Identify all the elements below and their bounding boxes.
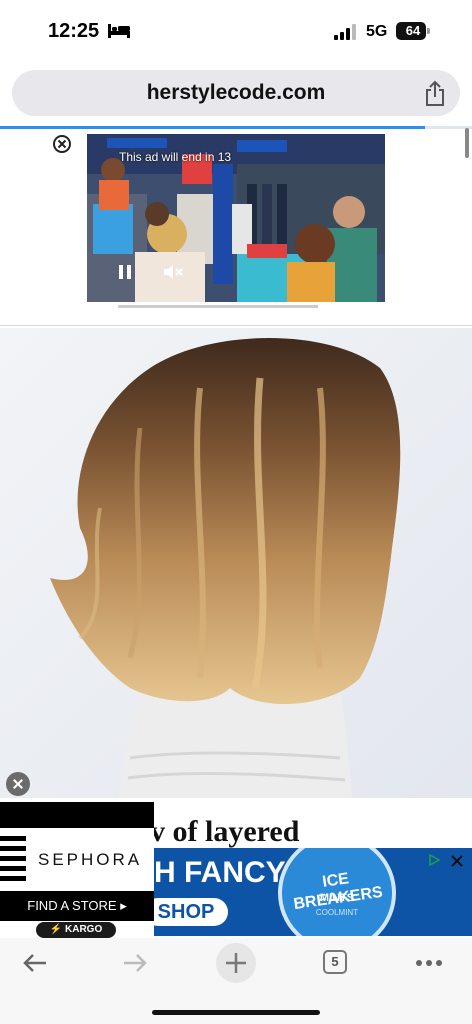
- battery-icon: 64: [396, 22, 430, 40]
- share-icon[interactable]: [424, 80, 446, 106]
- banner-close-button[interactable]: [6, 772, 30, 796]
- close-icon[interactable]: [52, 134, 72, 154]
- battery-level: 64: [405, 23, 421, 38]
- kargo-badge[interactable]: ⚡ KARGO: [36, 922, 116, 938]
- find-store-button[interactable]: FIND A STORE ▸: [0, 891, 154, 921]
- ad-timer-text: This ad will end in 13: [119, 150, 232, 164]
- tin-sub: MINTS: [319, 892, 355, 904]
- signal-icon: [334, 24, 356, 40]
- ad-progress-bar: [118, 305, 318, 308]
- pause-icon[interactable]: [117, 264, 133, 280]
- bed-icon: [108, 24, 130, 38]
- ad-headline: H FANCY: [154, 856, 286, 889]
- article-heading: v of layered: [150, 815, 300, 848]
- more-icon[interactable]: [416, 960, 442, 966]
- status-time: 12:25: [48, 20, 100, 42]
- network-type: 5G: [366, 23, 388, 40]
- mute-icon[interactable]: [163, 264, 183, 280]
- sephora-stripes-icon: [0, 836, 26, 881]
- shop-now-button[interactable]: SHOP NOW: [154, 898, 228, 936]
- tabs-button[interactable]: 5: [323, 950, 347, 974]
- icebreakers-ad[interactable]: H FANCY SHOP NOW ICE BREAKERS MINTS COOL…: [154, 848, 472, 936]
- find-store-label: FIND A STORE: [27, 898, 117, 913]
- status-bar: 12:25 5G 64: [0, 0, 472, 62]
- new-tab-button[interactable]: [216, 943, 256, 983]
- page-load-progress-fill: [0, 126, 425, 129]
- scrollbar[interactable]: [465, 128, 469, 158]
- caret-right-icon: ▸: [120, 898, 127, 913]
- close-icon[interactable]: [450, 854, 464, 868]
- video-ad[interactable]: This ad will end in 13: [87, 134, 385, 302]
- sephora-top-bar: [0, 802, 154, 828]
- url-text[interactable]: herstylecode.com: [12, 70, 460, 116]
- sephora-logo: SEPHORA: [38, 850, 143, 869]
- home-indicator[interactable]: [152, 1010, 320, 1015]
- mint-tin-image: ICE BREAKERS MINTS COOLMINT: [278, 848, 396, 936]
- divider: [0, 325, 472, 326]
- back-arrow-icon[interactable]: [22, 952, 48, 974]
- article-hair-image: [0, 328, 472, 798]
- plus-icon: [226, 953, 246, 973]
- tin-flavor: COOLMINT: [315, 908, 359, 917]
- forward-arrow-icon[interactable]: [122, 952, 148, 974]
- sephora-ad[interactable]: SEPHORA FIND A STORE ▸: [0, 802, 154, 936]
- address-bar[interactable]: herstylecode.com: [12, 70, 460, 116]
- page-load-progress: [0, 126, 472, 129]
- adchoices-icon[interactable]: [428, 854, 440, 866]
